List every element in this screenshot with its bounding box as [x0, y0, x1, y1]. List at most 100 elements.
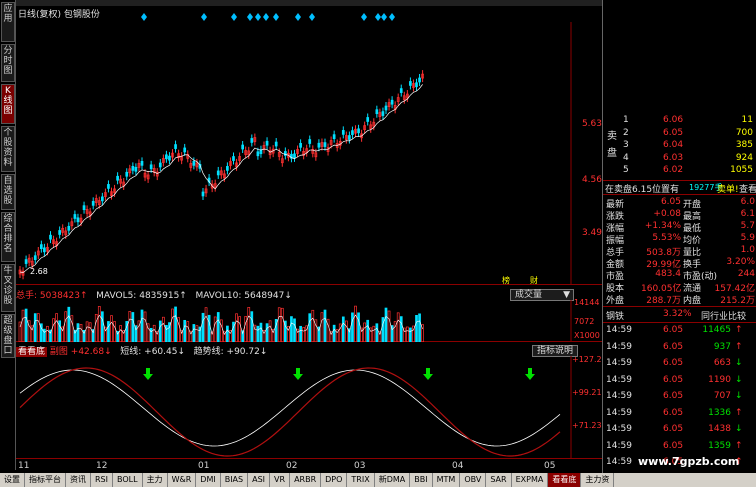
candle [107, 184, 110, 189]
bottom-tab-5[interactable]: 主力 [143, 473, 168, 487]
bottom-tab-14[interactable]: 新DMA [375, 473, 411, 487]
tick-price: 6.05 [663, 407, 684, 418]
badge-rank[interactable]: 榜 [502, 275, 510, 286]
industry-compare-link[interactable]: 同行业比较 [701, 309, 746, 322]
indicator-chart[interactable]: +127.2 +99.21 +71.23 [16, 355, 602, 459]
volume-axis-label: X1000 [574, 331, 600, 340]
price-axis-label: 4.56 [581, 175, 602, 185]
volume-bar [308, 313, 312, 343]
signal-markers [141, 13, 395, 21]
volume-bar [85, 321, 89, 343]
candle [216, 170, 220, 176]
left-tab-2[interactable]: K线图 [1, 84, 15, 124]
volume-bar [213, 316, 217, 343]
tick-price: 6.05 [663, 358, 684, 368]
candlestick-chart[interactable] [16, 22, 602, 285]
sell-order-row[interactable]: 5 6.02 1055 [603, 165, 756, 177]
low-price-marker: 2.68 [30, 267, 48, 276]
indicator-axis-label: +71.23 [572, 421, 602, 430]
bottom-tab-10[interactable]: VR [270, 473, 291, 487]
signal-diamond-icon [141, 13, 147, 21]
bottom-tab-3[interactable]: RSI [91, 473, 113, 487]
candle [317, 142, 321, 148]
notice-detail-link[interactable]: 查看详细 [739, 182, 756, 194]
tick-price: 6.05 [663, 325, 684, 335]
candle [250, 138, 254, 143]
volume-bar [399, 316, 403, 343]
left-tab-7[interactable]: 超级盘口 [1, 314, 15, 358]
volume-chart[interactable]: 14144 7072 X1000 [16, 298, 602, 343]
bottom-tab-4[interactable]: BOLL [113, 473, 143, 487]
candle [149, 164, 153, 170]
tick-price: 6.05 [663, 440, 684, 451]
order-level: 1 [623, 115, 629, 125]
stat-row: 涨幅 +1.34% 最低 5.7 [603, 221, 756, 234]
volume-bar [341, 316, 345, 343]
candle [67, 225, 71, 231]
candle [366, 117, 370, 122]
bottom-tab-8[interactable]: BIAS [221, 473, 249, 487]
bottom-tab-7[interactable]: DMI [196, 473, 221, 487]
bottom-tab-1[interactable]: 指标平台 [25, 473, 66, 487]
left-tab-4[interactable]: 自选股 [1, 174, 15, 210]
volume-bar [113, 321, 116, 343]
bottom-tab-2[interactable]: 资讯 [66, 473, 91, 487]
sell-order-row[interactable]: 4 6.03 924 [603, 153, 756, 165]
candle [131, 166, 135, 171]
stat-value: 1.0 [740, 245, 755, 255]
quote-panel: 1 6.06 11 2 6.05 700 3 6.04 385 4 6.03 924 5 6.02 1055… [602, 0, 756, 473]
bottom-tab-16[interactable]: MTM [433, 473, 461, 487]
volume-bars[interactable] [16, 300, 602, 343]
order-level: 5 [623, 165, 629, 175]
arrow-up-icon: ↑ [735, 440, 743, 451]
candle [418, 77, 421, 83]
order-volume: 700 [735, 127, 753, 138]
indicator-lines[interactable] [16, 356, 602, 459]
tick-volume: 937 [713, 341, 731, 352]
candle [168, 155, 171, 161]
bottom-tab-6[interactable]: W&R [168, 473, 197, 487]
left-tab-6[interactable]: 牛叉诊股 [1, 264, 15, 312]
tick-row: 14:59 6.05 1190 ↓ [603, 375, 756, 387]
price-chart[interactable]: 5.63 4.56 3.49 2.68 榜 财 [16, 22, 602, 285]
candle [415, 82, 418, 88]
date-label: 01 [198, 461, 210, 471]
candle [58, 230, 62, 235]
stat-value: +1.34% [644, 221, 681, 231]
tick-volume: 1190 [708, 374, 731, 385]
bottom-tab-18[interactable]: SAR [486, 473, 512, 487]
industry-row[interactable]: 钢铁 3.32% 同行业比较 [603, 309, 756, 322]
bottom-tab-0[interactable]: 设置 [0, 473, 25, 487]
bottom-tab-20[interactable]: 看看底 [548, 473, 582, 487]
volume-bar [152, 324, 156, 343]
sell-order-row[interactable]: 3 6.04 385 [603, 140, 756, 152]
bottom-tab-19[interactable]: EXPMA [512, 473, 549, 487]
indicator-header: 看看底 副图 +42.68↓ 短线: +60.45↓ 趋势线: +90.72↓ [16, 344, 602, 357]
arrow-down-icon: ↓ [735, 391, 743, 401]
bottom-tab-21[interactable]: 主力资 [581, 473, 615, 487]
volume-bar [354, 305, 357, 343]
sell-order-row[interactable]: 2 6.05 700 [603, 128, 756, 140]
left-tab-1[interactable]: 分时图 [1, 44, 15, 82]
bottom-tab-12[interactable]: DPO [321, 473, 348, 487]
volume-bar [46, 325, 49, 343]
signal-diamond-icon [255, 13, 261, 21]
bottom-tab-17[interactable]: OBV [460, 473, 487, 487]
order-notice[interactable]: 在卖盘6.15位置有 19277手 卖单! [603, 182, 756, 195]
candle [274, 141, 278, 147]
order-volume: 1055 [730, 165, 753, 175]
bottom-tab-15[interactable]: BBI [410, 473, 433, 487]
badge-finance[interactable]: 财 [530, 275, 538, 286]
left-tab-5[interactable]: 综合排名 [1, 212, 15, 262]
volume-bar [265, 323, 269, 343]
bottom-tab-9[interactable]: ASI [248, 473, 271, 487]
bottom-tab-13[interactable]: TRIX [347, 473, 375, 487]
bottom-tab-11[interactable]: ARBR [290, 473, 322, 487]
divider [603, 194, 756, 195]
tick-volume: 1359 [708, 440, 731, 451]
volume-bar [302, 327, 305, 343]
left-tab-0[interactable]: 应用 [1, 2, 15, 42]
sell-order-row[interactable]: 1 6.06 11 [603, 115, 756, 127]
order-level: 3 [623, 140, 629, 150]
left-tab-3[interactable]: 个股资料 [1, 126, 15, 172]
